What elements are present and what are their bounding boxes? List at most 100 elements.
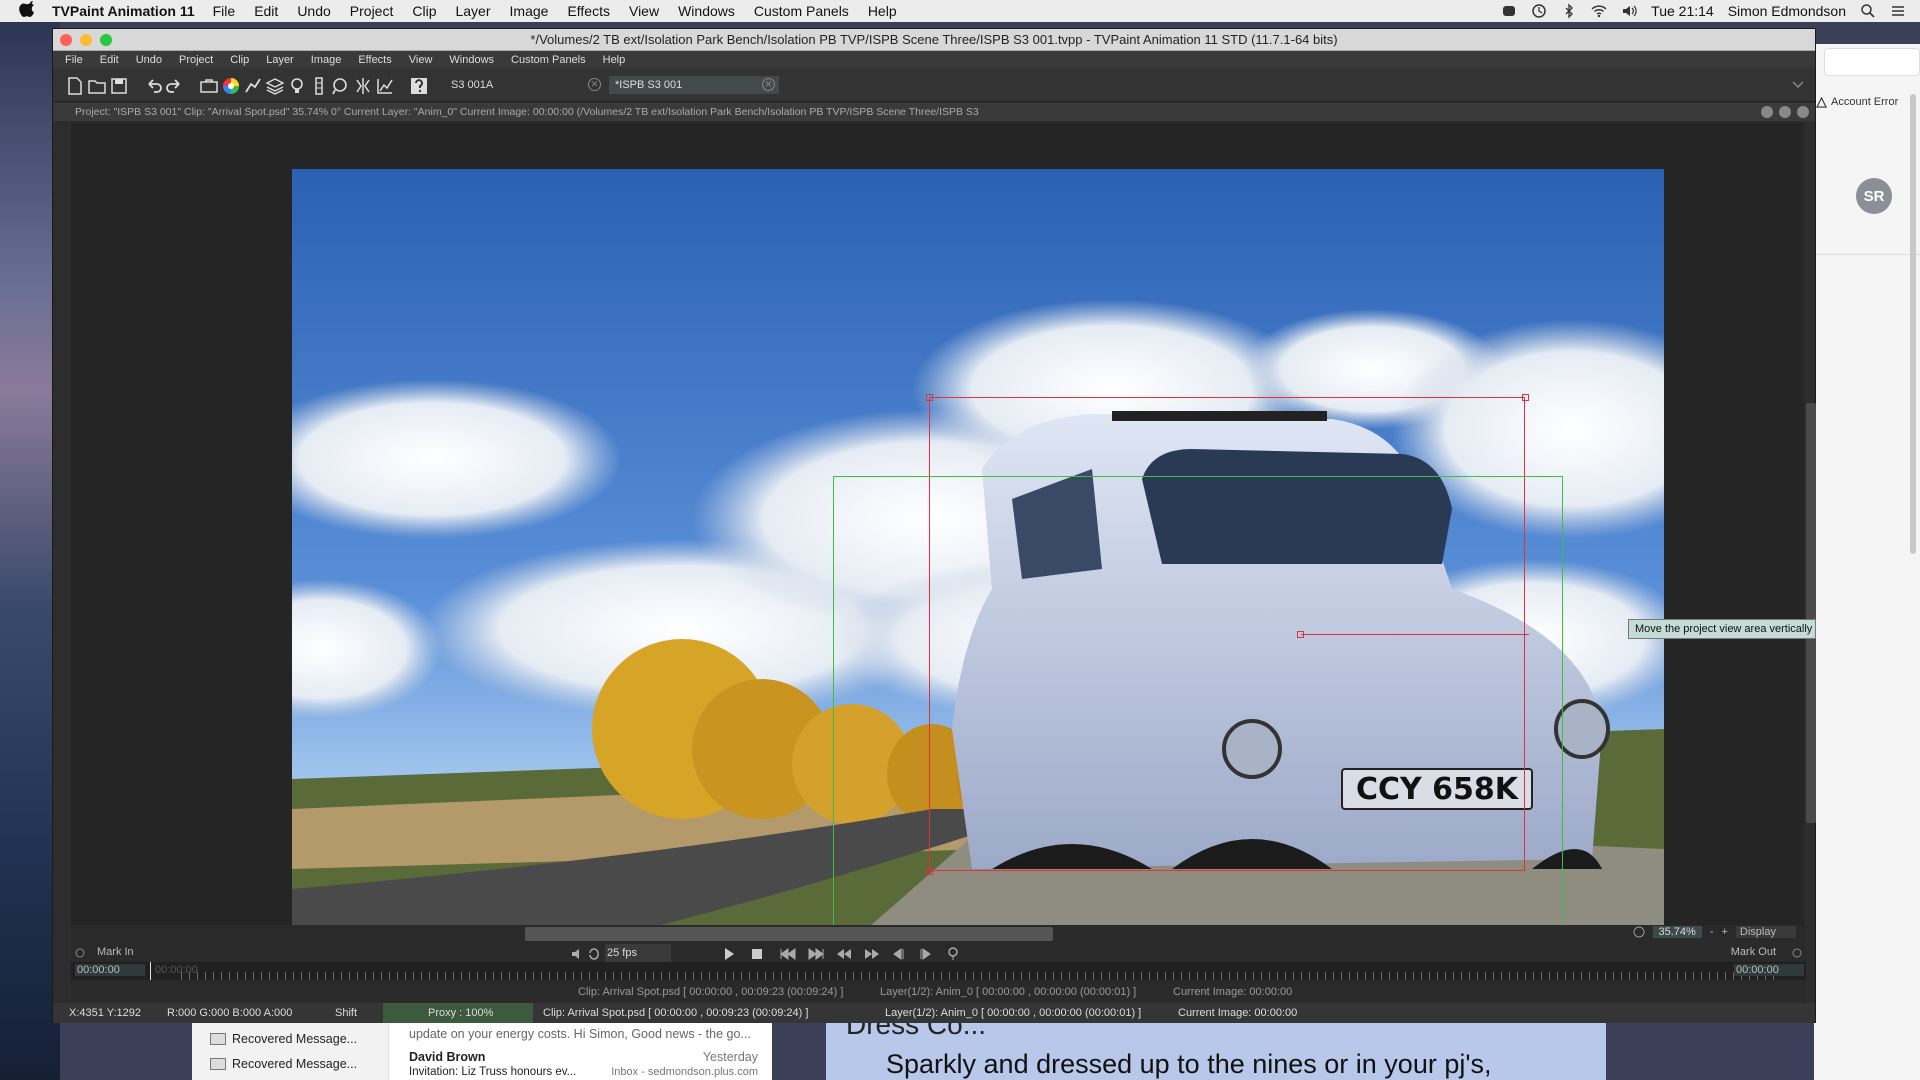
tab-close-icon[interactable]: ✕ [762, 78, 775, 91]
search-box[interactable] [1824, 48, 1920, 76]
mark-in-label[interactable]: Mark In [97, 946, 134, 958]
avatar[interactable]: SR [1856, 178, 1892, 214]
app-menu-effects[interactable]: Effects [358, 54, 391, 66]
last-frame-icon[interactable] [807, 947, 825, 961]
time-machine-icon[interactable] [1531, 3, 1547, 19]
proxy-status[interactable]: Proxy : 100% [383, 1003, 533, 1023]
playhead[interactable] [150, 962, 151, 980]
menu-undo[interactable]: Undo [297, 3, 330, 19]
tab-close-icon[interactable]: ✕ [588, 78, 601, 91]
close-window-button[interactable] [60, 34, 72, 46]
bluetooth-icon[interactable] [1561, 3, 1577, 19]
panel-minimize-icon[interactable] [1761, 106, 1773, 118]
spotlight-search-icon[interactable] [1860, 3, 1876, 19]
undo-icon[interactable] [143, 76, 163, 96]
window-titlebar[interactable]: */Volumes/2 TB ext/Isolation Park Bench/… [53, 29, 1815, 51]
menu-effects[interactable]: Effects [567, 3, 610, 19]
transform-handle[interactable] [926, 868, 933, 875]
zoom-level[interactable]: 35.74% [1652, 926, 1702, 938]
minimize-window-button[interactable] [80, 34, 92, 46]
brush-panel-icon[interactable] [243, 76, 263, 96]
toolbox-icon[interactable] [199, 76, 219, 96]
control-center-icon[interactable] [1890, 3, 1906, 19]
folder-item[interactable]: Recovered Message... [210, 1032, 357, 1046]
horizontal-scrollbar[interactable] [525, 927, 1053, 941]
tab-ispb-s3-001[interactable]: *ISPB S3 001 ✕ [609, 76, 779, 94]
mark-out-icon[interactable] [1792, 948, 1802, 958]
wifi-icon[interactable] [1591, 3, 1607, 19]
app-menu-image[interactable]: Image [311, 54, 342, 66]
fps-dropdown[interactable]: 25 fps [605, 944, 671, 962]
app-menu-help[interactable]: Help [603, 54, 626, 66]
app-menu-undo[interactable]: Undo [136, 54, 162, 66]
mark-out-label[interactable]: Mark Out [1731, 946, 1776, 958]
folder-item[interactable]: Recovered Message... [210, 1057, 357, 1071]
panel-maximize-icon[interactable] [1779, 106, 1791, 118]
app-menu-windows[interactable]: Windows [449, 54, 494, 66]
keyframer-icon[interactable] [353, 76, 373, 96]
menubar-clock[interactable]: Tue 21:14 [1651, 3, 1714, 19]
play-icon[interactable] [723, 947, 735, 961]
transform-handle[interactable] [1522, 394, 1529, 401]
chevron-down-icon[interactable] [1791, 80, 1805, 90]
apple-icon[interactable] [18, 1, 38, 21]
menu-custom-panels[interactable]: Custom Panels [754, 3, 849, 19]
color-wheel-icon[interactable] [221, 76, 241, 96]
app-menu-edit[interactable]: Edit [100, 54, 119, 66]
layers-icon[interactable] [265, 76, 285, 96]
prev-key-icon[interactable] [835, 947, 853, 961]
menu-clip[interactable]: Clip [412, 3, 436, 19]
time-start[interactable]: 00:00:00 [75, 964, 145, 976]
app-menu-file[interactable]: File [65, 54, 83, 66]
zoom-window-button[interactable] [100, 34, 112, 46]
magnifier-icon[interactable] [331, 76, 351, 96]
camera-frame-box[interactable] [833, 476, 1563, 942]
save-icon[interactable] [109, 76, 129, 96]
timeline-ruler[interactable]: 00:00:00 00:00:00 00:00:00 [71, 962, 1806, 980]
app-menu-project[interactable]: Project [179, 54, 213, 66]
app-menu-layer[interactable]: Layer [266, 54, 294, 66]
volume-icon[interactable] [1621, 3, 1637, 19]
menu-file[interactable]: File [213, 3, 236, 19]
light-table-icon[interactable] [287, 76, 307, 96]
menu-help[interactable]: Help [868, 3, 897, 19]
canvas-area[interactable]: CCY 658K [71, 123, 1816, 947]
open-folder-icon[interactable] [87, 76, 107, 96]
canvas-image[interactable]: CCY 658K [292, 169, 1664, 942]
help-icon[interactable] [409, 76, 429, 96]
zoom-reset-icon[interactable] [1633, 926, 1645, 938]
app-menu-view[interactable]: View [409, 54, 433, 66]
zoom-minus-button[interactable]: - [1710, 926, 1714, 938]
display-dropdown[interactable]: Display [1735, 926, 1796, 938]
menu-windows[interactable]: Windows [678, 3, 735, 19]
time-end[interactable]: 00:00:00 [1734, 964, 1804, 976]
menu-image[interactable]: Image [510, 3, 549, 19]
scrollbar[interactable] [1910, 94, 1916, 554]
stop-icon[interactable] [751, 947, 763, 961]
message-subject[interactable]: Invitation: Liz Truss honours ev... [409, 1066, 576, 1078]
account-error-notice[interactable]: Account Error [1816, 96, 1898, 108]
vertical-scrollbar[interactable] [1806, 403, 1816, 823]
graph-icon[interactable] [375, 76, 395, 96]
mark-in-icon[interactable] [75, 948, 85, 958]
prev-frame-icon[interactable] [891, 947, 907, 961]
next-key-icon[interactable] [863, 947, 881, 961]
redo-icon[interactable] [165, 76, 185, 96]
loop-icon[interactable] [587, 947, 601, 961]
app-menu-custom-panels[interactable]: Custom Panels [511, 54, 586, 66]
sound-icon[interactable] [570, 947, 584, 961]
menubar-user[interactable]: Simon Edmondson [1728, 3, 1846, 19]
first-frame-icon[interactable] [779, 947, 797, 961]
timeline-panel-icon[interactable] [309, 76, 329, 96]
marker-pin-icon[interactable] [947, 947, 959, 961]
menu-edit[interactable]: Edit [254, 3, 278, 19]
tab-s3-001a[interactable]: S3 001A ✕ [445, 76, 605, 94]
transform-handle[interactable] [926, 394, 933, 401]
menu-view[interactable]: View [629, 3, 659, 19]
menu-project[interactable]: Project [350, 3, 394, 19]
app-name-menu[interactable]: TVPaint Animation 11 [52, 3, 195, 19]
menu-layer[interactable]: Layer [455, 3, 490, 19]
message-preview[interactable]: update on your energy costs. Hi Simon, G… [409, 1027, 751, 1041]
app-menu-clip[interactable]: Clip [230, 54, 249, 66]
zoom-plus-button[interactable]: + [1721, 926, 1727, 938]
